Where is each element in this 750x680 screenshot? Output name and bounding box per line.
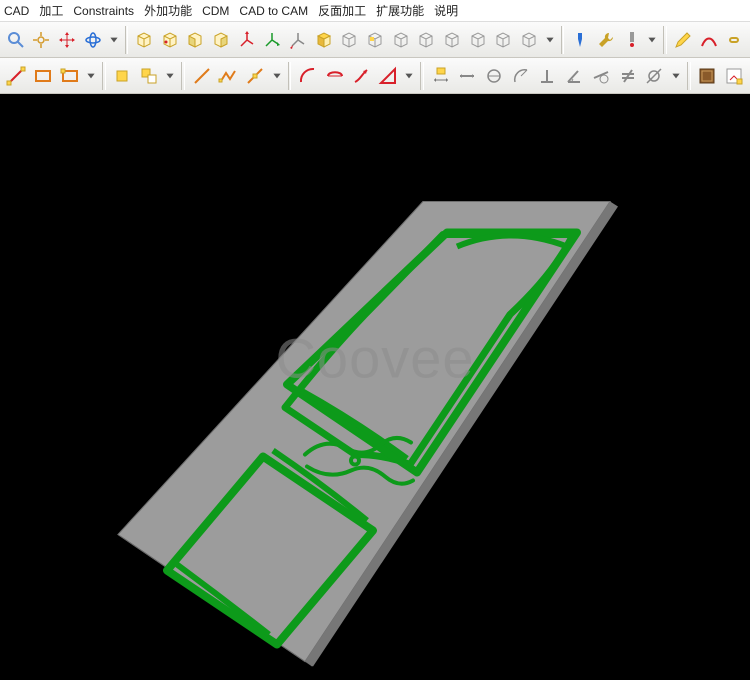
- menu-cad[interactable]: CAD: [4, 4, 29, 18]
- tangent-icon[interactable]: [589, 63, 614, 89]
- dropdown-arrow-icon[interactable]: [163, 63, 177, 89]
- cube-view-2-icon[interactable]: [158, 27, 182, 53]
- dropdown-arrow-icon[interactable]: [84, 63, 98, 89]
- dim-circle-icon[interactable]: [482, 63, 507, 89]
- menu-cdm[interactable]: CDM: [202, 4, 229, 18]
- squares-icon[interactable]: [137, 63, 162, 89]
- diagonal-icon[interactable]: [243, 63, 268, 89]
- link-yellow-icon[interactable]: [722, 27, 746, 53]
- menu-addons[interactable]: 外加功能: [144, 2, 192, 19]
- line-orange-icon[interactable]: [189, 63, 214, 89]
- box-wire-8-icon[interactable]: [517, 27, 541, 53]
- line-red-icon[interactable]: [4, 63, 29, 89]
- box-wire-4-icon[interactable]: [414, 27, 438, 53]
- dim-radius-icon[interactable]: [508, 63, 533, 89]
- dropdown-arrow-icon[interactable]: [669, 63, 683, 89]
- toolbars: [0, 22, 750, 94]
- box-wire-5-icon[interactable]: [440, 27, 464, 53]
- menu-machining[interactable]: 加工: [39, 2, 63, 19]
- door-panel-model: [55, 155, 695, 678]
- rect-yellow-icon[interactable]: [57, 63, 82, 89]
- box-wire-3-icon[interactable]: [389, 27, 413, 53]
- menu-constraints[interactable]: Constraints: [73, 4, 134, 18]
- toolbar-separator: [125, 26, 129, 54]
- dropdown-arrow-icon[interactable]: [645, 27, 659, 53]
- pan-icon[interactable]: [30, 27, 54, 53]
- menu-help[interactable]: 说明: [434, 2, 458, 19]
- angle-icon[interactable]: [562, 63, 587, 89]
- panel-brown-icon[interactable]: [695, 63, 720, 89]
- rotate-view-icon[interactable]: [81, 27, 105, 53]
- box-wire-1-icon[interactable]: [337, 27, 361, 53]
- menubar: CAD 加工 Constraints 外加功能 CDM CAD to CAM 反…: [0, 0, 750, 22]
- square-yellow-icon[interactable]: [110, 63, 135, 89]
- probe-icon[interactable]: [620, 27, 644, 53]
- not-equal-icon[interactable]: [615, 63, 640, 89]
- dropdown-arrow-icon[interactable]: [107, 27, 121, 53]
- arc-2-icon[interactable]: [322, 63, 347, 89]
- toolbar-separator: [420, 62, 424, 90]
- toolbar-row-2: [0, 58, 750, 94]
- zoom-icon[interactable]: [4, 27, 28, 53]
- rect-orange-icon[interactable]: [31, 63, 56, 89]
- zigzag-icon[interactable]: [216, 63, 241, 89]
- arc-3-icon[interactable]: [349, 63, 374, 89]
- dim-yellow-icon[interactable]: [428, 63, 453, 89]
- perpendicular-icon[interactable]: [535, 63, 560, 89]
- axis-red-icon[interactable]: [235, 27, 259, 53]
- dropdown-arrow-icon[interactable]: [270, 63, 284, 89]
- dropdown-arrow-icon[interactable]: [402, 63, 416, 89]
- menu-cad-to-cam[interactable]: CAD to CAM: [239, 4, 308, 18]
- axis-blue-icon[interactable]: [286, 27, 310, 53]
- axis-green-icon[interactable]: [261, 27, 285, 53]
- wrench-icon[interactable]: [594, 27, 618, 53]
- crosshair-move-icon[interactable]: [55, 27, 79, 53]
- dropdown-arrow-icon[interactable]: [543, 27, 557, 53]
- parallel-icon[interactable]: [642, 63, 667, 89]
- box-wire-7-icon[interactable]: [491, 27, 515, 53]
- tool-blue-icon[interactable]: [568, 27, 592, 53]
- box-wire-2-icon[interactable]: [363, 27, 387, 53]
- triangle-red-icon[interactable]: [376, 63, 401, 89]
- viewport-3d[interactable]: Coovee: [0, 94, 750, 680]
- toolbar-separator: [181, 62, 185, 90]
- pencil-yellow-icon[interactable]: [671, 27, 695, 53]
- toolbar-separator: [561, 26, 565, 54]
- cube-view-4-icon[interactable]: [209, 27, 233, 53]
- menu-reverse[interactable]: 反面加工: [318, 2, 366, 19]
- toolbar-separator: [687, 62, 691, 90]
- box-wire-6-icon[interactable]: [466, 27, 490, 53]
- menu-extend[interactable]: 扩展功能: [376, 2, 424, 19]
- dim-line-icon[interactable]: [455, 63, 480, 89]
- cube-view-1-icon[interactable]: [132, 27, 156, 53]
- curve-red-icon[interactable]: [697, 27, 721, 53]
- toolbar-row-1: [0, 22, 750, 58]
- toolbar-separator: [663, 26, 667, 54]
- prism-yellow-icon[interactable]: [312, 27, 336, 53]
- cube-view-3-icon[interactable]: [184, 27, 208, 53]
- arc-1-icon[interactable]: [295, 63, 320, 89]
- toolbar-separator: [102, 62, 106, 90]
- toolbar-separator: [288, 62, 292, 90]
- properties-icon[interactable]: [721, 63, 746, 89]
